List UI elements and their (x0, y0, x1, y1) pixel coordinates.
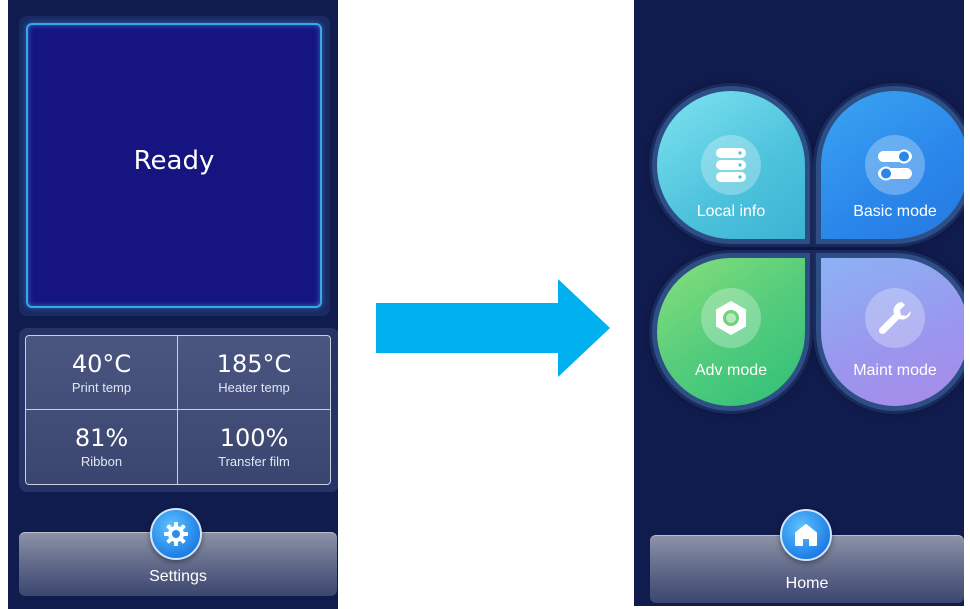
stat-ribbon: 81% Ribbon (26, 410, 178, 484)
stat-label: Print temp (71, 379, 132, 395)
stat-value: 100% (219, 424, 289, 452)
status-display: Ready (26, 23, 322, 308)
stat-value: 40°C (71, 349, 132, 378)
basic-mode-tile[interactable]: Basic mode (816, 86, 964, 244)
local-info-tile[interactable]: Local info (652, 86, 810, 244)
maint-mode-tile[interactable]: Maint mode (816, 253, 964, 411)
stat-value: 185°C (216, 349, 292, 378)
menu-screen: Local info Basic mode Adv mode Maint mod… (634, 0, 964, 606)
stats-panel: 40°C Print temp 185°C Heater temp 81% Ri… (19, 328, 338, 492)
adv-mode-label: Adv mode (694, 362, 768, 379)
status-text: Ready (133, 145, 215, 176)
settings-label: Settings (149, 568, 207, 585)
maint-mode-label: Maint mode (853, 362, 937, 379)
wrench-icon (865, 288, 925, 348)
stat-transfer-film: 100% Transfer film (178, 410, 330, 484)
local-info-label: Local info (696, 203, 766, 220)
database-icon (701, 135, 761, 195)
status-screen: Ready 40°C Print temp 185°C Heater temp … (8, 0, 338, 609)
arrow-right-icon (376, 279, 610, 377)
stat-label: Ribbon (80, 454, 123, 469)
stat-print-temp: 40°C Print temp (26, 336, 178, 410)
hex-nut-icon (701, 288, 761, 348)
home-icon[interactable] (780, 509, 832, 561)
stat-value: 81% (74, 424, 129, 452)
adv-mode-tile[interactable]: Adv mode (652, 253, 810, 411)
stat-heater-temp: 185°C Heater temp (178, 336, 330, 410)
status-panel: Ready (19, 16, 330, 316)
toggle-switch-icon (865, 135, 925, 195)
stat-label: Heater temp (218, 379, 290, 395)
stat-label: Transfer film (218, 454, 290, 469)
home-label: Home (785, 575, 829, 592)
gear-icon[interactable] (150, 508, 202, 560)
stats-grid: 40°C Print temp 185°C Heater temp 81% Ri… (25, 335, 331, 485)
basic-mode-label: Basic mode (853, 203, 937, 220)
